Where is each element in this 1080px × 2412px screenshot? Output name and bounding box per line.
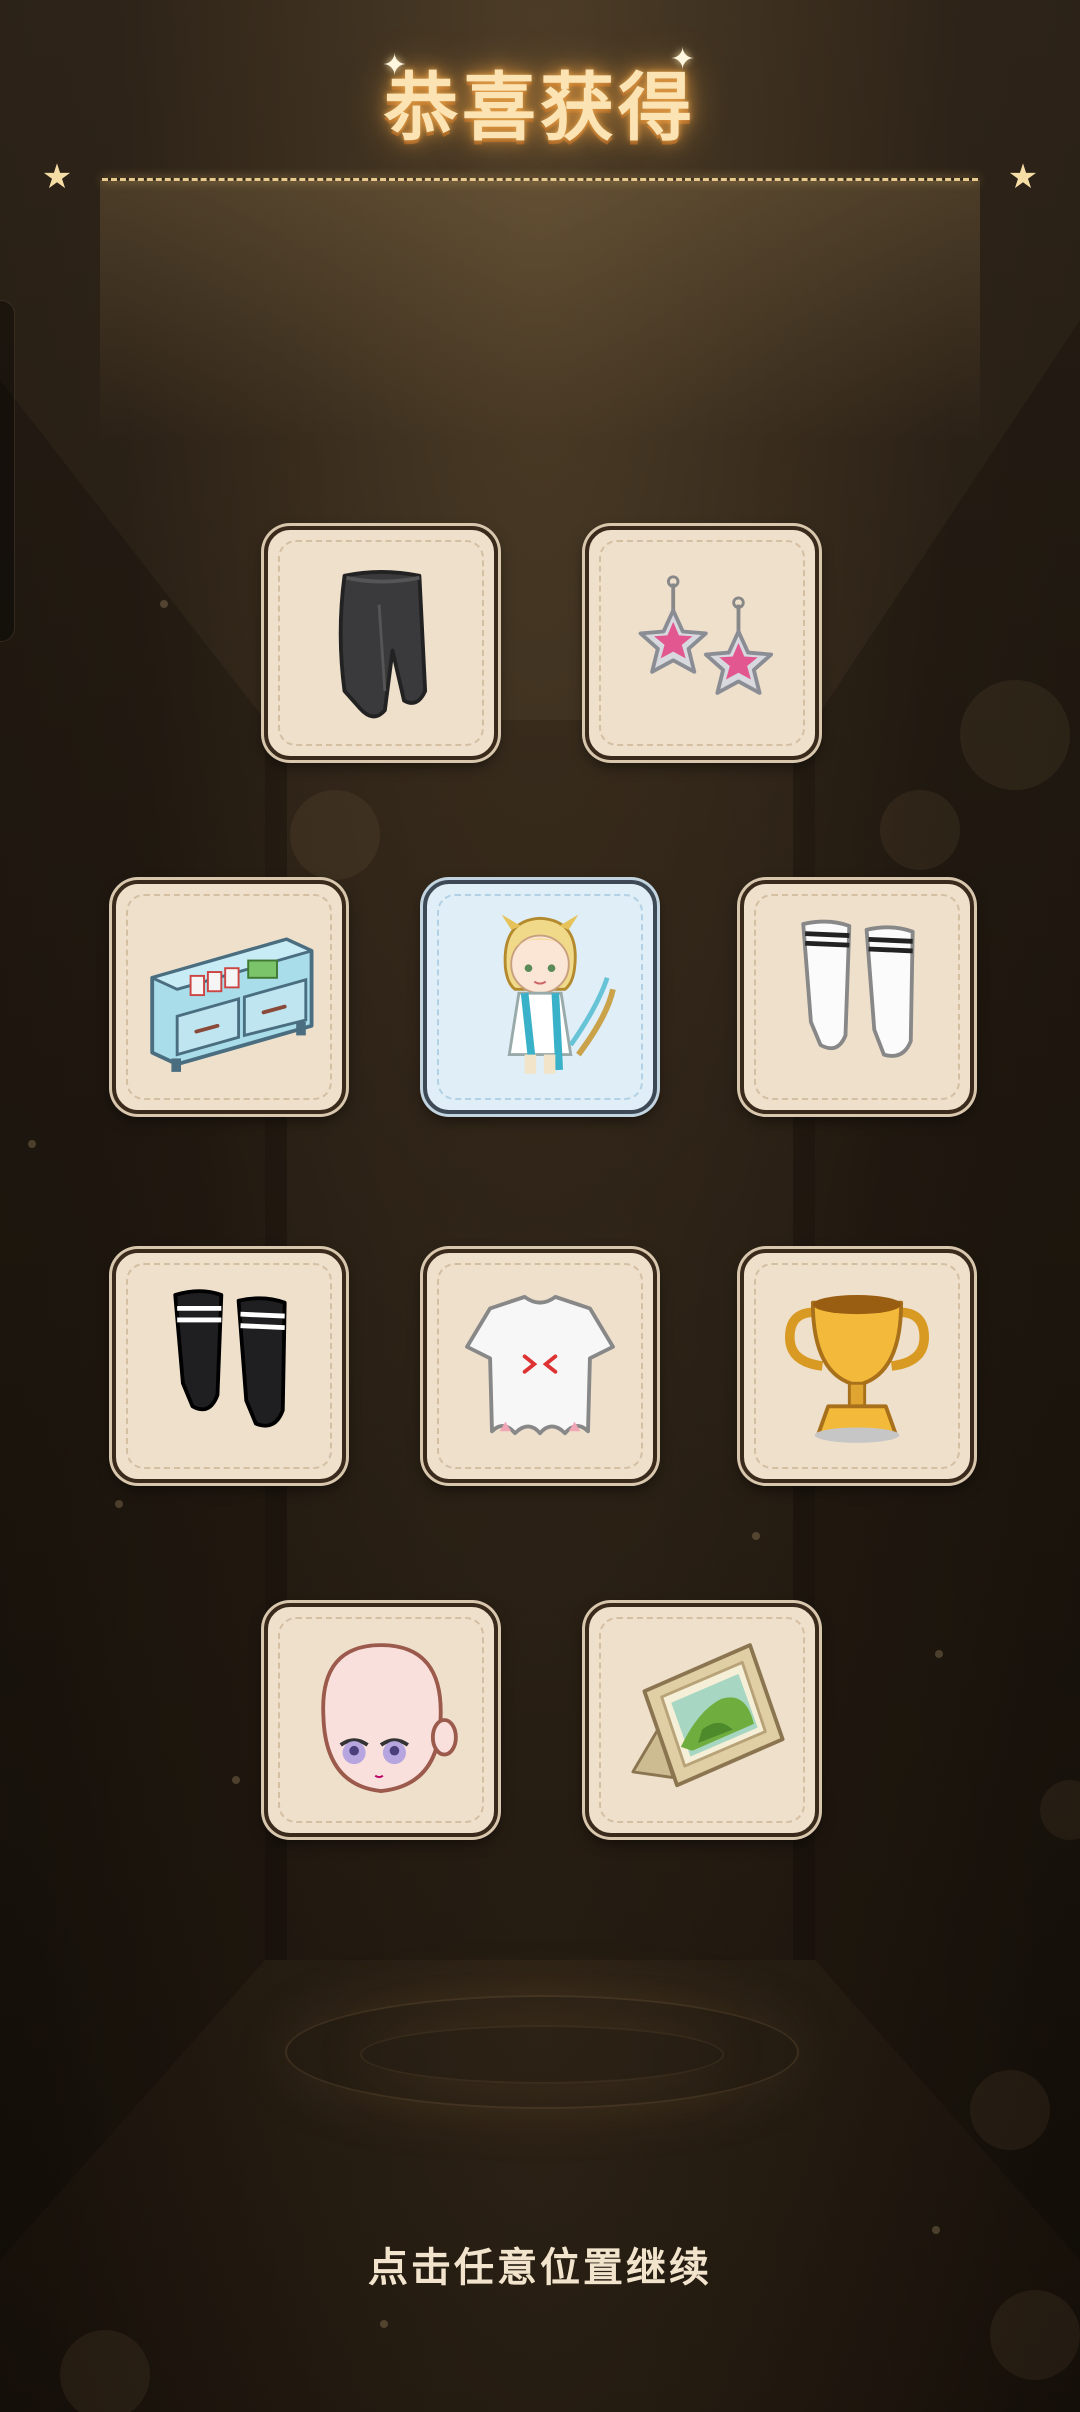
star-icon: ★ — [1007, 157, 1039, 197]
reward-item-ghost-top[interactable] — [423, 1249, 657, 1483]
reward-item-character[interactable] — [423, 880, 657, 1114]
bokeh-light — [960, 680, 1070, 790]
reward-item-trophy[interactable] — [740, 1249, 974, 1483]
socks-icon — [801, 919, 915, 1058]
light-speck — [28, 1140, 36, 1148]
reward-screen[interactable]: 恭喜获得 ✦ ✦ ★ ★ 点击任意位置继续 — [0, 0, 1080, 2412]
reward-item-face[interactable] — [264, 1603, 498, 1837]
reward-item-picture-frame[interactable] — [585, 1603, 819, 1837]
face-icon — [321, 1643, 458, 1793]
character-icon — [501, 914, 616, 1074]
reward-item-black-pants[interactable] — [264, 526, 498, 760]
light-speck — [932, 2226, 940, 2234]
light-speck — [160, 600, 168, 608]
bokeh-light — [970, 2070, 1050, 2150]
reward-item-cabinet[interactable] — [112, 880, 346, 1114]
light-speck — [232, 1776, 240, 1784]
frame-icon — [631, 1643, 785, 1788]
tap-to-continue-hint[interactable]: 点击任意位置继续 — [0, 2235, 1080, 2293]
light-speck — [380, 2320, 388, 2328]
header-glow — [100, 180, 980, 440]
reward-item-black-socks[interactable] — [112, 1249, 346, 1483]
page-title: 恭喜获得 — [384, 65, 696, 151]
shirt-icon — [465, 1294, 615, 1436]
socks-icon — [173, 1289, 287, 1428]
light-speck — [115, 1500, 123, 1508]
light-speck — [752, 1532, 760, 1540]
bokeh-light — [290, 790, 380, 880]
reward-item-white-socks[interactable] — [740, 880, 974, 1114]
title-divider — [102, 178, 978, 181]
star-icon: ★ — [41, 157, 73, 197]
sparkle-icon: ✦ — [382, 48, 408, 83]
light-speck — [935, 1650, 943, 1658]
bokeh-light — [990, 2290, 1080, 2380]
earrings-icon — [638, 575, 774, 695]
side-panel-handle[interactable] — [0, 300, 15, 642]
floor-ring-inner — [360, 2025, 724, 2084]
reward-item-star-earrings[interactable] — [585, 526, 819, 760]
cabinet-icon — [150, 937, 314, 1072]
pants-icon — [338, 570, 428, 719]
bokeh-light — [60, 2330, 150, 2412]
sparkle-icon: ✦ — [670, 42, 696, 77]
bokeh-light — [880, 790, 960, 870]
trophy-icon — [784, 1294, 930, 1443]
